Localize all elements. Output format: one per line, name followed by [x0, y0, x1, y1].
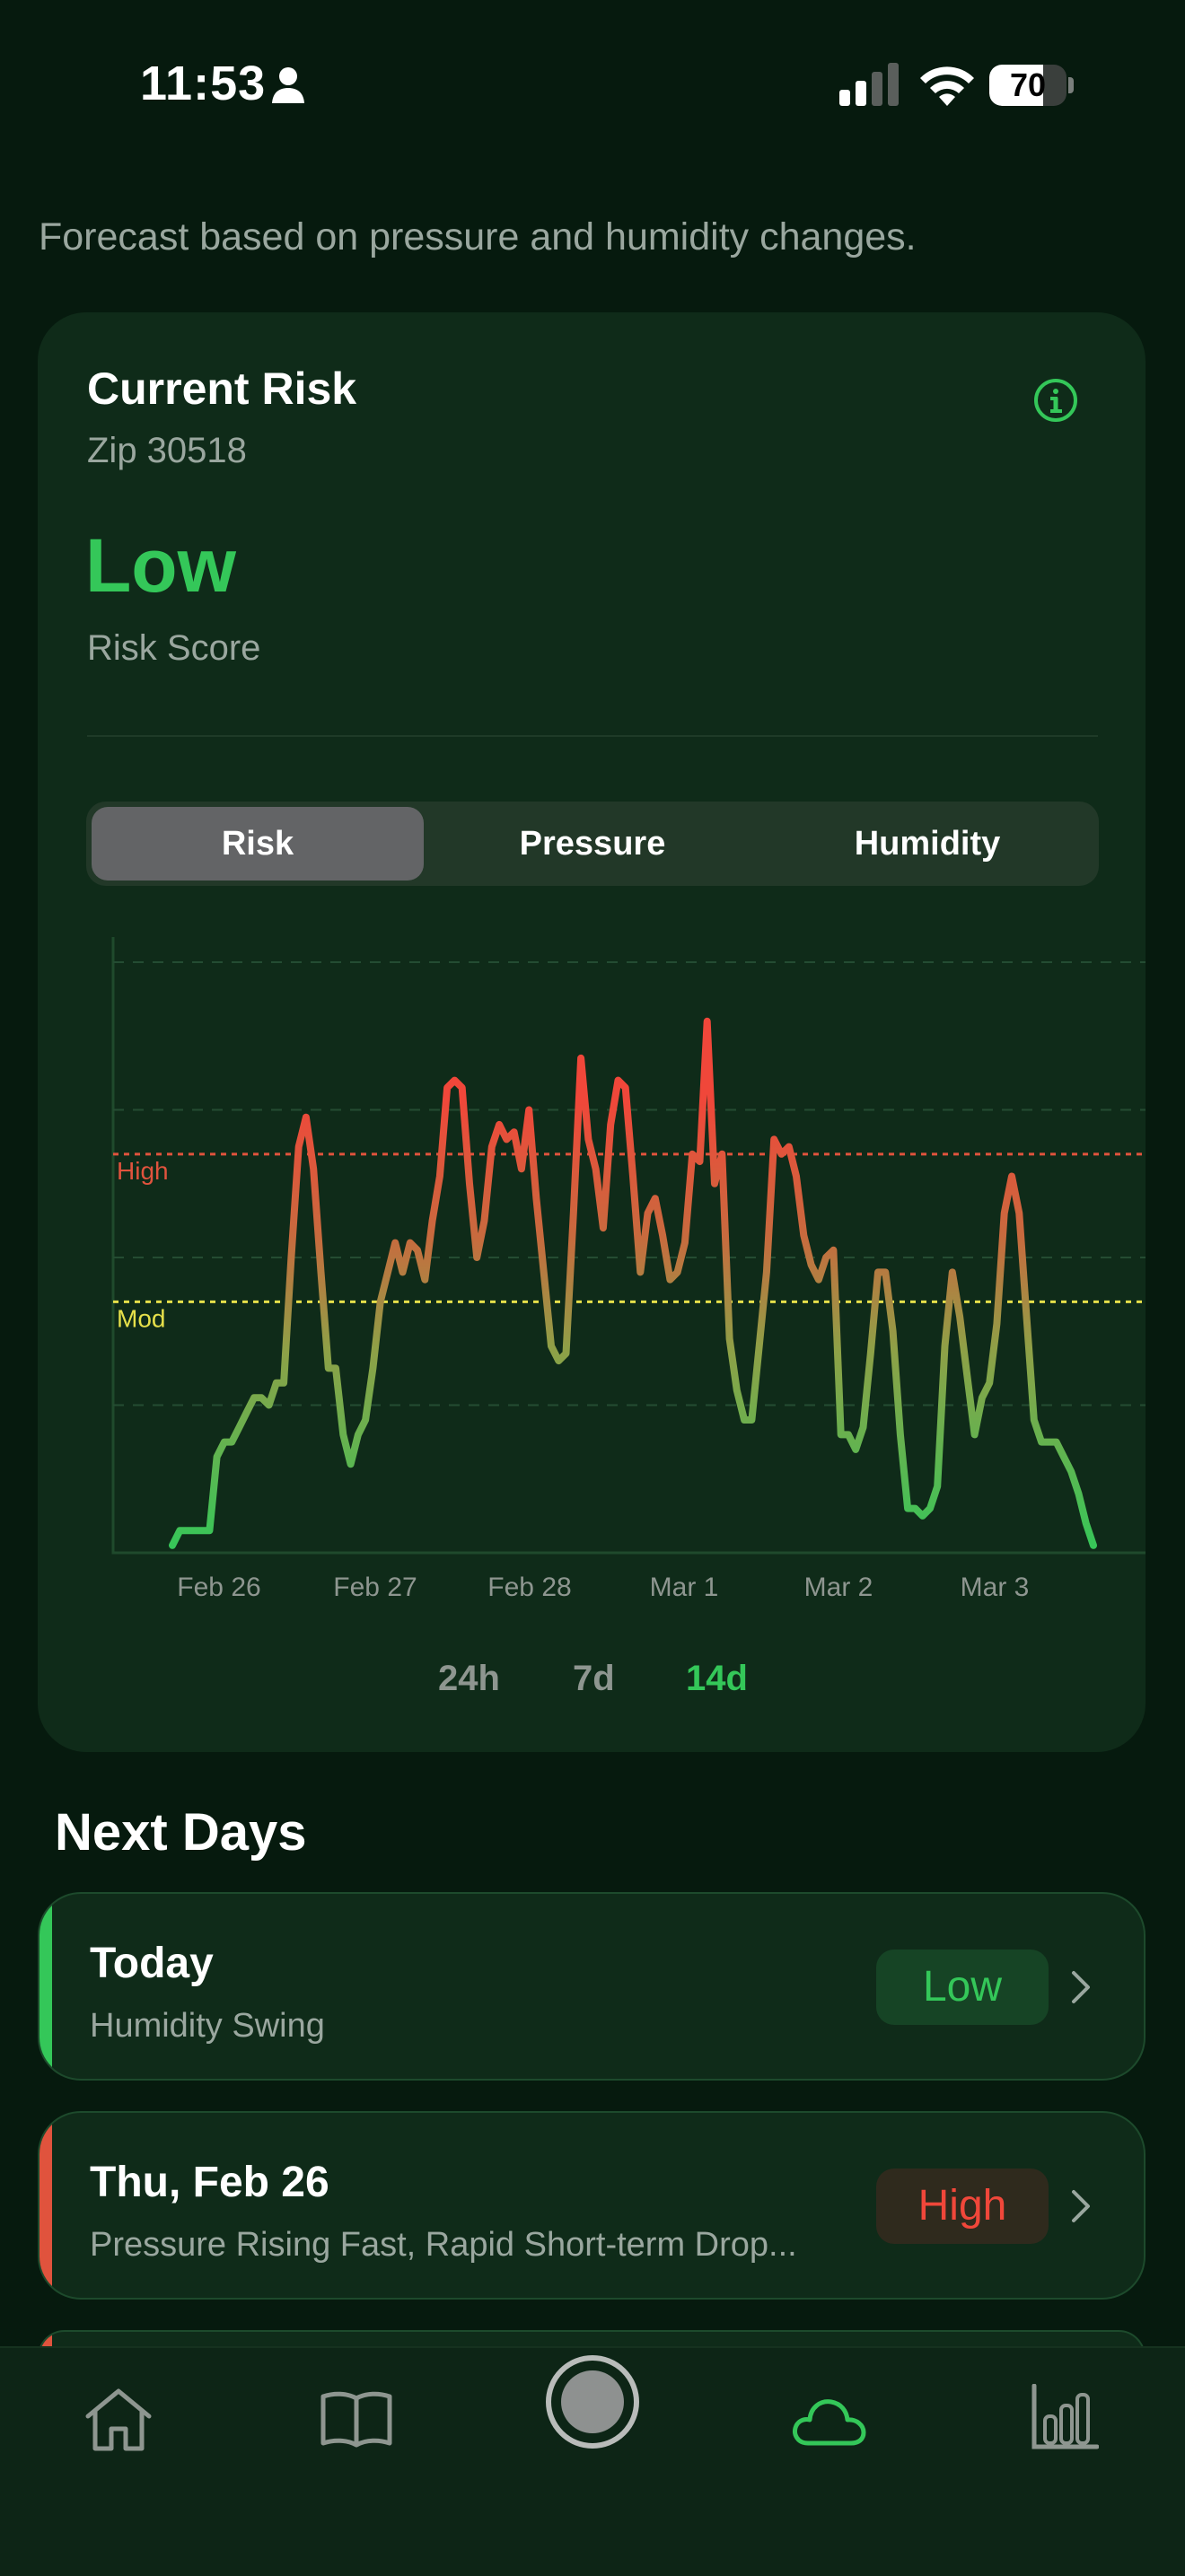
x-tick-label: Feb 26	[177, 1573, 260, 1602]
info-icon[interactable]	[1032, 377, 1079, 424]
day-reason: Humidity Swing	[90, 2007, 325, 2045]
chevron-right-icon	[1072, 1971, 1090, 2003]
range-14d[interactable]: 14d	[686, 1659, 748, 1699]
day-name: Today	[90, 1940, 214, 1987]
x-tick-label: Mar 2	[804, 1573, 873, 1602]
range-24h[interactable]: 24h	[438, 1659, 500, 1699]
zip-code: Zip 30518	[87, 431, 247, 470]
day-reason: Pressure Rising Fast, Rapid Short-term D…	[90, 2226, 797, 2264]
tab-risk[interactable]: Risk	[92, 807, 424, 881]
person-icon	[272, 67, 304, 103]
x-tick-label: Mar 1	[650, 1573, 719, 1602]
book-icon[interactable]	[320, 2389, 393, 2449]
chevron-right-icon	[1072, 2190, 1090, 2222]
tab-humidity[interactable]: Humidity	[761, 807, 1093, 881]
cellular-signal-icon	[839, 63, 899, 106]
home-icon[interactable]	[83, 2386, 154, 2452]
risk-badge: Low	[876, 1950, 1049, 2025]
battery-level: 70	[1009, 66, 1047, 103]
card-title: Current Risk	[87, 364, 357, 414]
threshold-label-high: High	[117, 1157, 169, 1185]
risk-series-line	[169, 1017, 1097, 1549]
cloud-icon[interactable]	[790, 2395, 867, 2447]
metric-segmented-control: Risk Pressure Humidity	[86, 802, 1099, 886]
tab-pressure[interactable]: Pressure	[426, 807, 759, 881]
risk-score-label: Risk Score	[87, 628, 261, 668]
risk-accent-bar	[40, 2113, 52, 2298]
record-icon[interactable]	[542, 2352, 643, 2452]
battery-indicator: 70	[989, 65, 1075, 106]
threshold-label-mod: Mod	[117, 1304, 165, 1332]
risk-level: Low	[85, 523, 236, 608]
x-tick-label: Mar 3	[961, 1573, 1030, 1602]
day-name: Thu, Feb 26	[90, 2159, 329, 2206]
forecast-subtitle: Forecast based on pressure and humidity …	[39, 215, 917, 258]
day-card-today[interactable]: Today Humidity Swing Low	[38, 1892, 1146, 2081]
status-time: 11:53	[140, 57, 267, 110]
risk-chart: High Mod Feb 26 Feb 27 Feb 28 Mar 1 Mar 2 Mar 3	[111, 937, 1146, 1602]
range-7d[interactable]: 7d	[573, 1659, 615, 1699]
risk-badge: High	[876, 2169, 1049, 2244]
wifi-icon	[920, 66, 974, 106]
divider	[87, 735, 1098, 737]
next-days-title: Next Days	[55, 1803, 307, 1862]
day-card-thu-feb-26[interactable]: Thu, Feb 26 Pressure Rising Fast, Rapid …	[38, 2111, 1146, 2300]
x-tick-label: Feb 27	[333, 1573, 417, 1602]
chart-axes	[111, 937, 1146, 1555]
risk-accent-bar	[40, 1894, 52, 2079]
x-tick-label: Feb 28	[487, 1573, 571, 1602]
bar-chart-icon[interactable]	[1031, 2384, 1099, 2450]
